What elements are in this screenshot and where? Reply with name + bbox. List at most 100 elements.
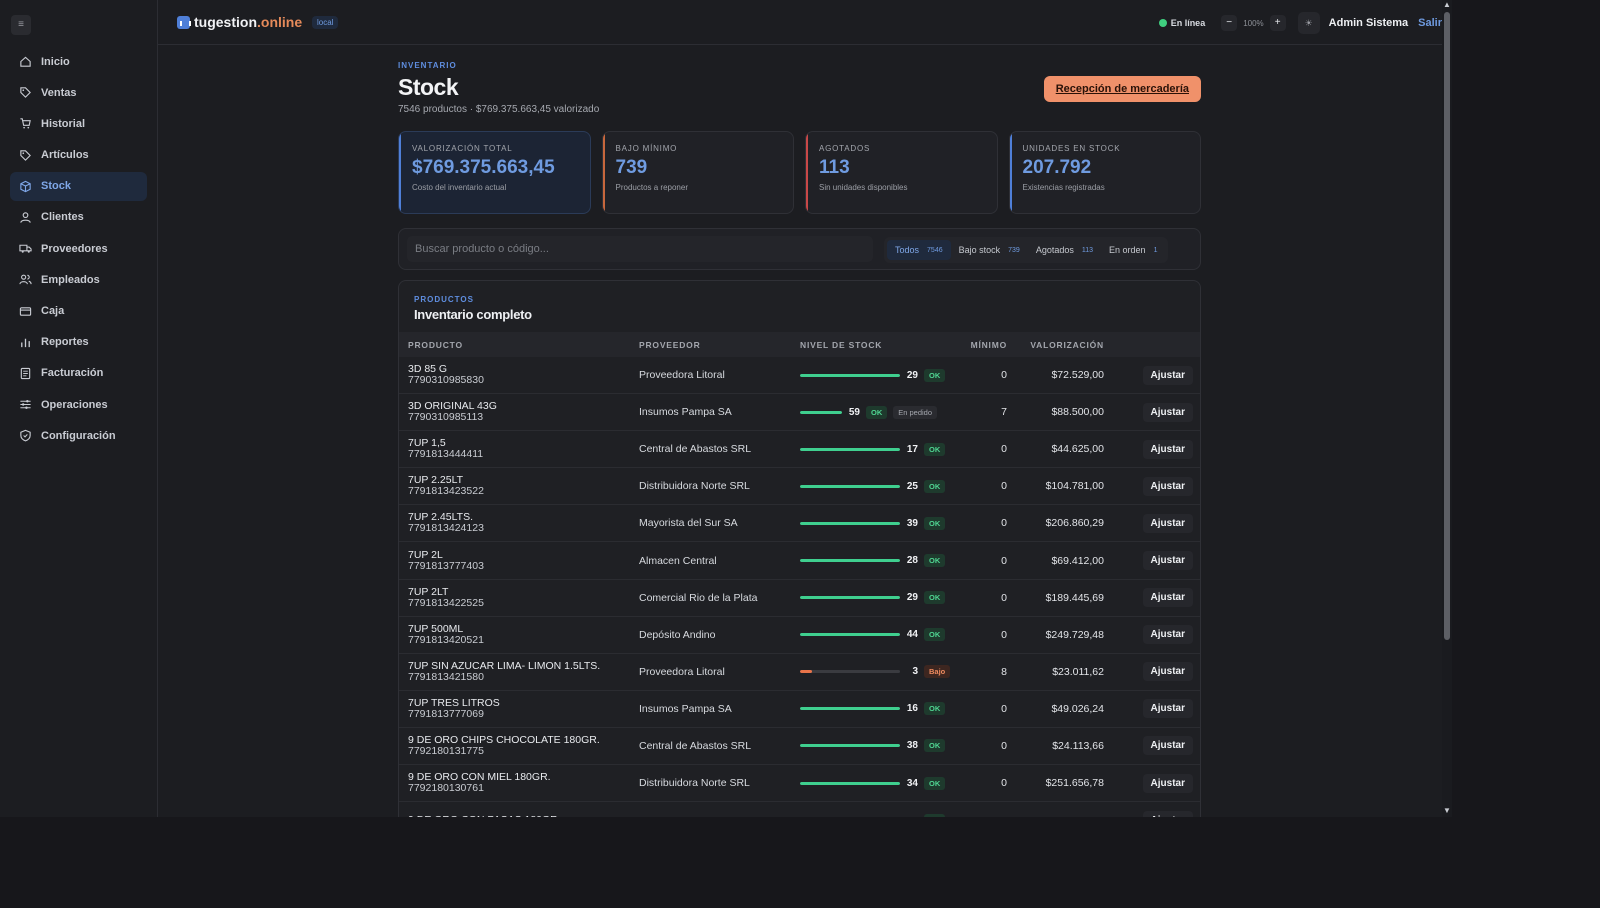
sidebar-item-caja[interactable]: Caja (10, 297, 147, 326)
product-code: 7791813424123 (408, 522, 484, 535)
app-window: ≡ Inicio Ventas Historial Artículos Stock Cli… (0, 0, 1452, 817)
sidebar-item-empleados[interactable]: Empleados (10, 265, 147, 294)
logout-link[interactable]: Salir (1418, 17, 1442, 29)
sidebar-item-proveedores[interactable]: Proveedores (10, 234, 147, 263)
provider-cell: Distribuidora Norte SRL (639, 480, 750, 493)
card-caption: Productos a reponer (615, 183, 689, 192)
stock-level-cell: 34 OK (800, 776, 952, 790)
search-input[interactable] (407, 236, 873, 262)
product-cell: 7UP 2L 7791813777403 (399, 549, 639, 572)
adjust-button[interactable]: Ajustar (1142, 773, 1193, 793)
truck-icon (19, 242, 32, 255)
sidebar-item-facturacion[interactable]: Facturación (10, 359, 147, 388)
adjust-button[interactable]: Ajustar (1142, 439, 1193, 459)
adjust-button[interactable]: Ajustar (1142, 476, 1193, 496)
user-icon (19, 211, 32, 224)
page-subtitle: 7546 productos · $769.375.663,45 valoriz… (398, 104, 600, 115)
zoom-out-button[interactable]: − (1221, 15, 1238, 31)
column-header-stock-level[interactable]: NIVEL DE STOCK (800, 340, 952, 350)
stock-level-fill (800, 707, 900, 711)
box-icon (19, 180, 32, 193)
stock-quantity: 29 (906, 592, 918, 604)
adjust-button[interactable]: Ajustar (1142, 625, 1193, 645)
sidebar-item-configuracion[interactable]: Configuración (10, 421, 147, 450)
sidebar-item-clientes[interactable]: Clientes (10, 203, 147, 232)
sidebar-item-label: Reportes (41, 336, 89, 349)
sidebar-item-inicio[interactable]: Inicio (10, 47, 147, 76)
stock-status-badge: OK (924, 442, 946, 456)
card-value: $769.375.663,45 (412, 157, 555, 178)
adjust-button[interactable]: Ajustar (1142, 513, 1193, 533)
tag-icon (19, 86, 32, 99)
stock-level-cell: 59 OK En pedido (800, 405, 952, 419)
online-dot-icon (1158, 19, 1167, 27)
adjust-button[interactable]: Ajustar (1142, 699, 1193, 719)
page-scrollbar[interactable]: ▲ ▼ (1442, 0, 1452, 817)
adjust-button[interactable]: Ajustar (1142, 365, 1193, 385)
sidebar-item-operaciones[interactable]: Operaciones (10, 390, 147, 419)
stock-level-fill (800, 373, 900, 377)
table-row: 7UP 1,5 7791813444411 Central de Abastos S… (399, 431, 1200, 469)
theme-toggle-sun-icon[interactable]: ☀ (1297, 12, 1320, 34)
stock-level-fill (800, 559, 900, 563)
card-caption: Costo del inventario actual (412, 183, 507, 192)
filter-tab-agotados[interactable]: Agotados 113 (1028, 240, 1101, 260)
inventory-table-card: PRODUCTOS Inventario completo PRODUCTO P… (398, 280, 1201, 817)
adjust-button[interactable]: Ajustar (1142, 588, 1193, 608)
product-cell: 7UP 2.25LT 7791813423522 (399, 475, 639, 497)
shield-icon (19, 429, 32, 442)
stock-level-cell: 16 OK (800, 702, 952, 716)
column-header-minimum[interactable]: MÍNIMO (952, 340, 1007, 350)
sidebar-item-label: Caja (41, 305, 65, 317)
stock-status-badge: OK (924, 739, 946, 753)
stock-level-fill (800, 596, 900, 600)
stock-level-bar (800, 447, 900, 451)
sidebar-item-label: Operaciones (41, 398, 108, 411)
filter-bar: Todos 7546 Bajo stock 739 Agotados 113 En orde… (398, 228, 1201, 270)
scroll-down-arrow-icon[interactable]: ▼ (1443, 807, 1451, 815)
adjust-button[interactable]: Ajustar (1142, 402, 1193, 422)
adjust-button[interactable]: Ajustar (1142, 551, 1193, 571)
column-header-provider[interactable]: PROVEEDOR (639, 340, 800, 350)
stock-quantity: 38 (906, 740, 918, 752)
filter-tab-en-orden[interactable]: En orden 1 (1101, 240, 1165, 260)
minimum-cell: 0 (1001, 517, 1007, 530)
minimum-cell: 0 (1001, 777, 1007, 790)
stock-level-bar (800, 410, 842, 414)
table-title: Inventario completo (414, 307, 532, 322)
scroll-up-arrow-icon[interactable]: ▲ (1443, 1, 1451, 9)
column-header-product[interactable]: PRODUCTO (399, 340, 639, 350)
goods-receipt-button[interactable]: Recepción de mercadería (1043, 76, 1201, 102)
valuation-cell: $23.011,62 (1052, 665, 1104, 678)
logo[interactable]: tugestion .online (177, 14, 302, 30)
logo-accent: .online (257, 14, 303, 30)
scrollbar-thumb[interactable] (1444, 12, 1450, 640)
stock-level-bar (800, 744, 900, 748)
stock-level-fill (800, 447, 900, 451)
adjust-button[interactable]: Ajustar (1142, 736, 1193, 756)
sidebar-item-articulos[interactable]: Artículos (10, 141, 147, 170)
product-cell: 7UP SIN AZUCAR LIMA- LIMON 1.5LTS. 779181… (399, 660, 639, 683)
adjust-button[interactable]: Ajustar (1142, 662, 1193, 682)
sidebar-item-reportes[interactable]: Reportes (10, 328, 147, 357)
sidebar-item-stock[interactable]: Stock (10, 171, 147, 201)
column-header-valuation[interactable]: VALORIZACIÓN (1007, 340, 1104, 350)
actions-cell: Ajustar (1104, 662, 1200, 682)
table-row: 7UP 2.25LT 7791813423522 Distribuidora Nor… (399, 468, 1200, 506)
card-below-minimum: BAJO MÍNIMO 739 Productos a reponer (601, 131, 794, 214)
menu-toggle-button[interactable]: ≡ (11, 15, 31, 35)
valuation-cell: $189.445,69 (1045, 591, 1104, 604)
sidebar-item-historial[interactable]: Historial (10, 109, 147, 138)
provider-cell: Central de Abastos SRL (639, 739, 752, 752)
sidebar-item-ventas[interactable]: Ventas (10, 78, 147, 107)
product-code: 7791813777403 (408, 559, 484, 572)
stock-level-bar (800, 781, 900, 785)
actions-cell: Ajustar (1104, 736, 1200, 756)
actions-cell: Ajustar (1104, 699, 1200, 719)
table-eyebrow: PRODUCTOS (414, 295, 474, 304)
sidebar-item-label: Proveedores (41, 242, 108, 255)
filter-tab-todos[interactable]: Todos 7546 (887, 240, 951, 260)
filter-tab-bajo-stock[interactable]: Bajo stock 739 (951, 240, 1028, 260)
zoom-in-button[interactable]: + (1269, 15, 1286, 31)
sidebar-item-label: Historial (41, 117, 86, 130)
